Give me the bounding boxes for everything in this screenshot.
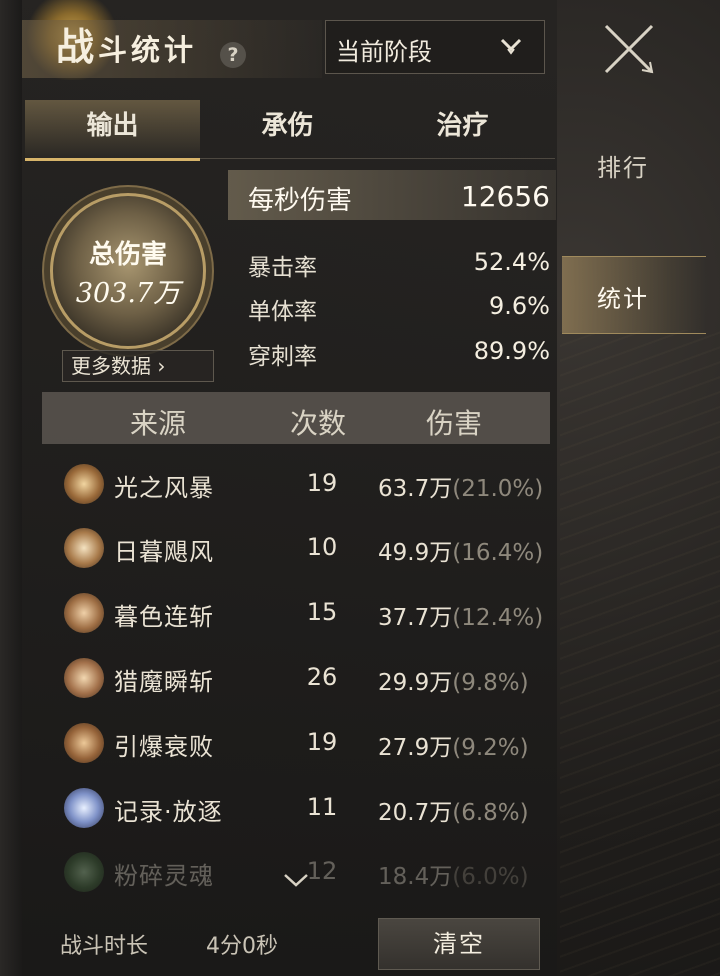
tab-bar: 输出 承伤 治疗 xyxy=(25,100,555,161)
skill-name: 记录·放逐 xyxy=(114,798,223,826)
left-edge xyxy=(0,0,22,976)
demon-hunt-slash-icon xyxy=(64,658,104,698)
table-row[interactable]: 猎魔瞬斩 26 29.9万(9.8%) xyxy=(42,646,550,710)
single-target-rate-value: 9.6% xyxy=(489,292,550,320)
hit-count: 19 xyxy=(306,728,338,756)
damage-value: 20.7万(6.8%) xyxy=(378,800,529,826)
record-exile-icon xyxy=(64,788,104,828)
total-damage-label: 总伤害 xyxy=(88,240,167,270)
chevron-down-icon xyxy=(500,38,522,55)
tab-damage-taken[interactable]: 承伤 xyxy=(200,100,375,158)
clear-button[interactable]: 清空 xyxy=(378,918,540,970)
single-target-rate-label: 单体率 xyxy=(248,299,317,325)
damage-value: 18.4万(6.0%) xyxy=(378,864,529,890)
table-row[interactable]: 日暮飓风 10 49.9万(16.4%) xyxy=(42,516,550,580)
background-ornament xyxy=(560,330,720,976)
total-damage-value: 303.7万 xyxy=(75,278,181,309)
damage-value: 63.7万(21.0%) xyxy=(378,476,544,502)
skill-name: 光之风暴 xyxy=(114,474,214,502)
panel-header: 战斗统计 ? 当前阶段 xyxy=(22,0,557,82)
table-row[interactable]: 记录·放逐 11 20.7万(6.8%) xyxy=(42,776,550,840)
total-damage-badge: 总伤害 303.7万 xyxy=(50,193,206,349)
damage-value: 49.9万(16.4%) xyxy=(378,540,544,566)
hit-count: 10 xyxy=(306,533,338,561)
page-title: 战斗统计 xyxy=(56,25,198,69)
column-header-damage: 伤害 xyxy=(426,407,483,440)
skill-name: 猎魔瞬斩 xyxy=(114,668,214,696)
detonate-decay-icon xyxy=(64,723,104,763)
column-header-source: 来源 xyxy=(130,407,187,440)
hit-count: 11 xyxy=(306,793,338,821)
table-header: 来源 次数 伤害 xyxy=(42,392,550,444)
scroll-down-chevron-icon[interactable] xyxy=(283,872,309,888)
hit-count: 15 xyxy=(306,598,338,626)
table-row[interactable]: 光之风暴 19 63.7万(21.0%) xyxy=(42,452,550,516)
table-row[interactable]: 暮色连斩 15 37.7万(12.4%) xyxy=(42,581,550,645)
chevron-right-icon: › xyxy=(157,354,166,378)
skill-name: 日暮飓风 xyxy=(114,538,214,566)
battle-duration-value: 4分0秒 xyxy=(206,934,278,959)
column-header-count: 次数 xyxy=(290,407,347,440)
light-storm-icon xyxy=(64,464,104,504)
crit-rate-label: 暴击率 xyxy=(248,255,317,281)
battle-duration-label: 战斗时长 xyxy=(60,934,149,959)
pierce-rate-label: 穿刺率 xyxy=(248,344,317,370)
twilight-slash-icon xyxy=(64,593,104,633)
damage-value: 29.9万(9.8%) xyxy=(378,670,529,696)
skill-name: 粉碎灵魂 xyxy=(114,862,214,890)
crit-rate-value: 52.4% xyxy=(473,248,550,276)
damage-value: 27.9万(9.2%) xyxy=(378,735,529,761)
pierce-rate-value: 89.9% xyxy=(473,337,550,365)
sidebar-stats-label: 统计 xyxy=(597,285,649,313)
sidebar-item-rank[interactable]: 排行 xyxy=(597,148,649,183)
tab-output[interactable]: 输出 xyxy=(25,100,200,161)
tab-healing[interactable]: 治疗 xyxy=(375,100,550,158)
sidebar-item-stats[interactable]: 统计 xyxy=(562,256,706,334)
dusk-hurricane-icon xyxy=(64,528,104,568)
hit-count: 19 xyxy=(306,469,338,497)
more-data-button[interactable]: 更多数据 › xyxy=(62,350,214,382)
dps-value: 12656 xyxy=(460,180,550,213)
damage-value: 37.7万(12.4%) xyxy=(378,605,544,631)
skill-name: 暮色连斩 xyxy=(114,603,214,631)
close-x-icon[interactable] xyxy=(600,20,658,78)
phase-label: 当前阶段 xyxy=(336,38,432,66)
skill-name: 引爆衰败 xyxy=(114,733,214,761)
table-row[interactable]: 引爆衰败 19 27.9万(9.2%) xyxy=(42,711,550,775)
dps-bar: 每秒伤害 12656 xyxy=(228,170,556,220)
phase-dropdown[interactable]: 当前阶段 xyxy=(325,20,545,74)
dps-label: 每秒伤害 xyxy=(248,186,353,216)
hit-count: 26 xyxy=(306,663,338,691)
shatter-soul-icon xyxy=(64,852,104,892)
question-icon[interactable]: ? xyxy=(220,42,246,68)
